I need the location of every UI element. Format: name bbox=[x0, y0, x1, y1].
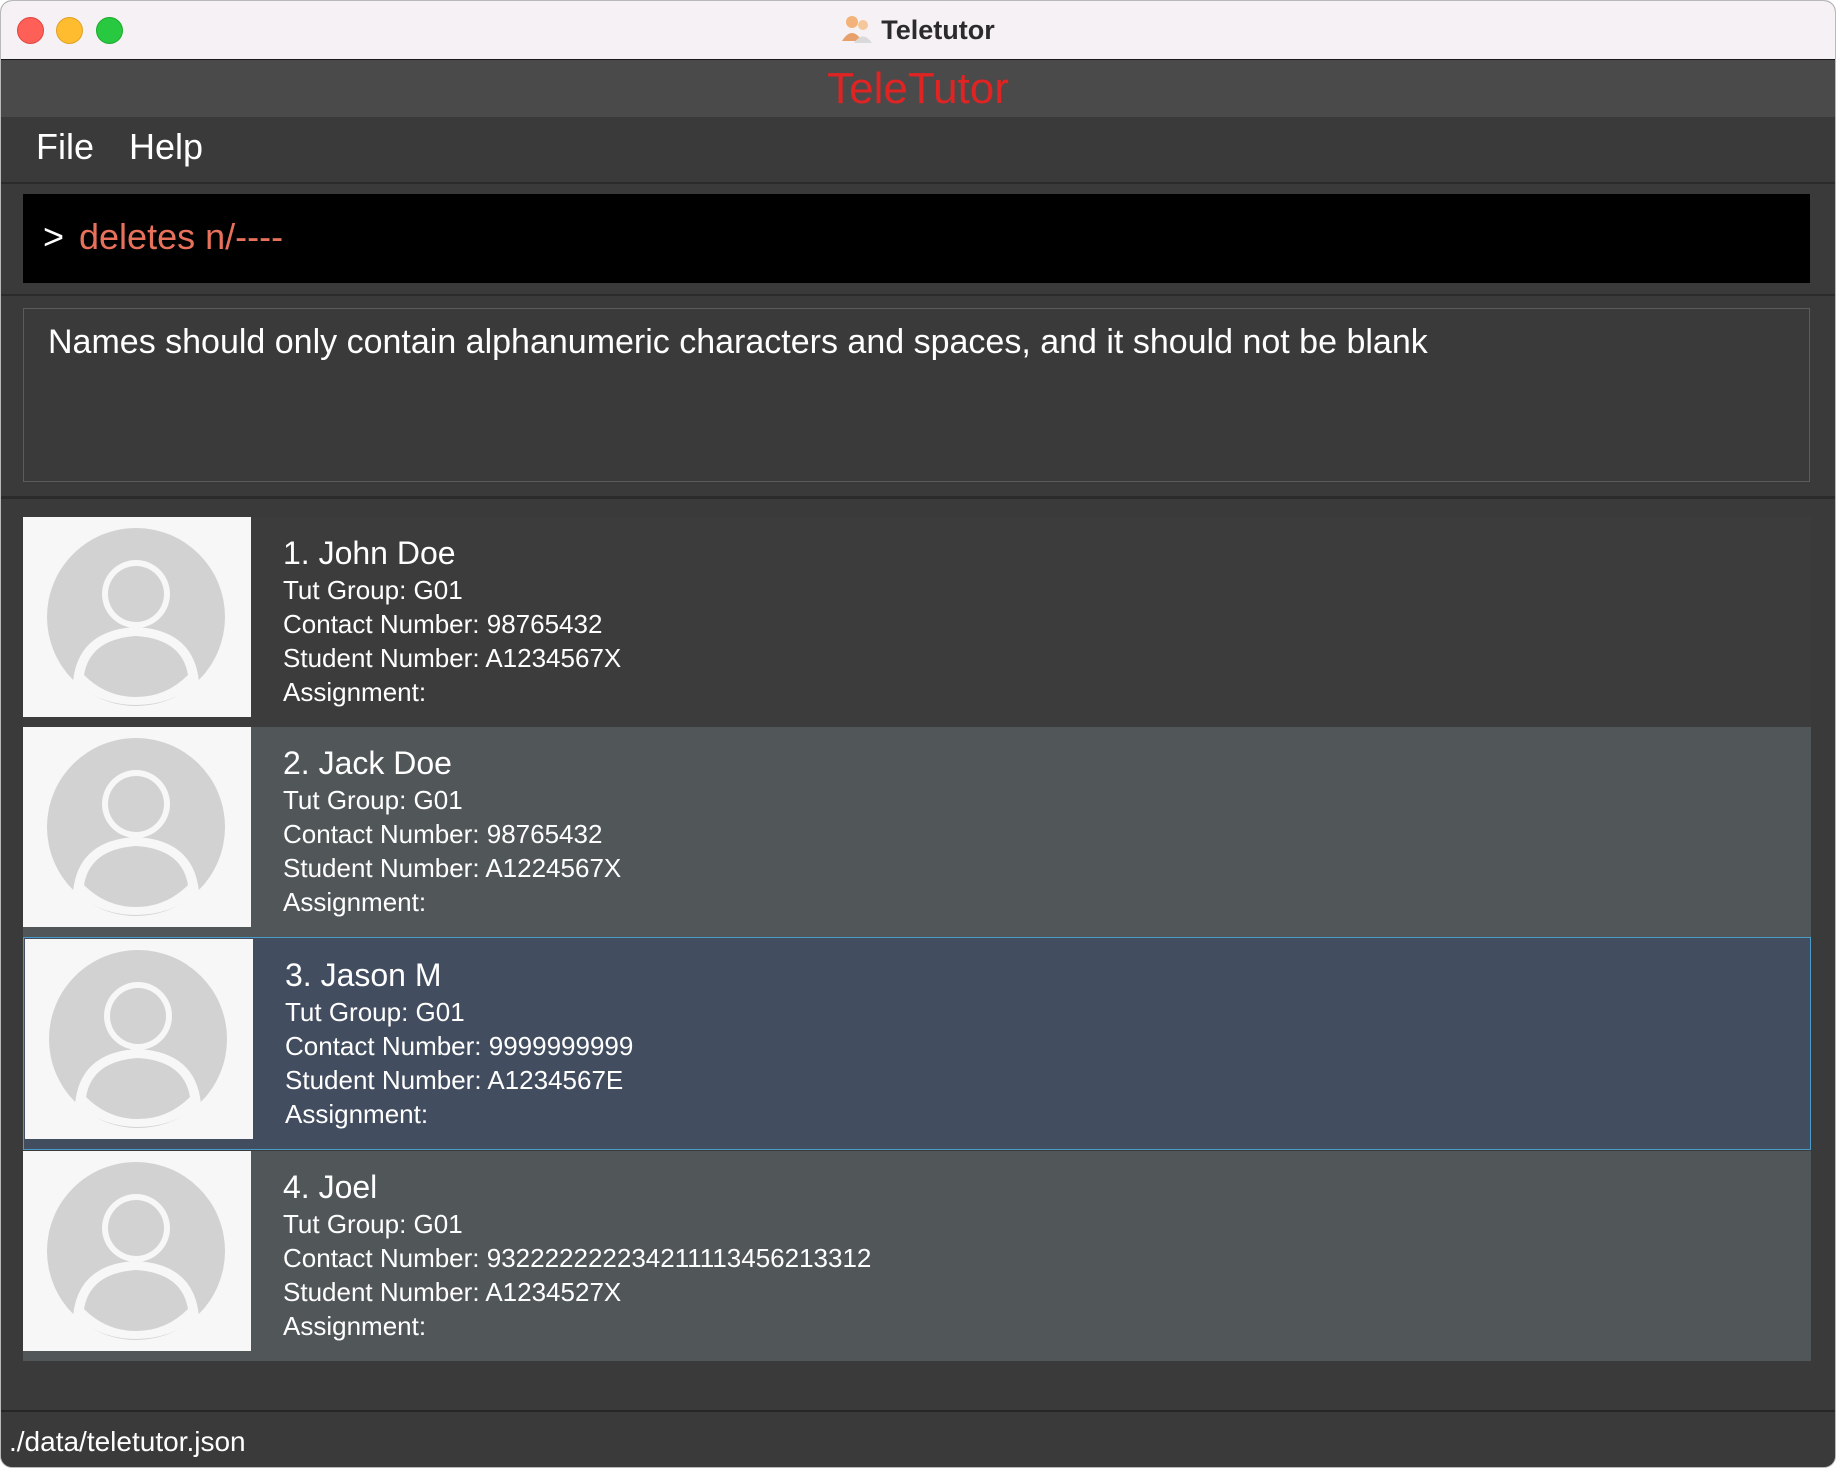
command-area: > deletes n/---- bbox=[1, 184, 1835, 296]
student-contact-number: Contact Number: 932222222234211113456213… bbox=[283, 1243, 872, 1273]
title-bar: Teletutor bbox=[1, 1, 1835, 60]
student-card[interactable]: 4. Joel Tut Group: G01 Contact Number: 9… bbox=[23, 1151, 1811, 1361]
student-card-selected[interactable]: 3. Jason M Tut Group: G01 Contact Number… bbox=[23, 937, 1811, 1150]
command-prompt: > bbox=[43, 216, 65, 257]
menu-bar: File Help bbox=[1, 117, 1835, 184]
avatar bbox=[23, 727, 251, 927]
student-tut-group: Tut Group: G01 bbox=[283, 785, 463, 815]
avatar bbox=[25, 939, 253, 1139]
student-number: Student Number: A1234567X bbox=[283, 643, 622, 673]
menu-help[interactable]: Help bbox=[129, 127, 203, 167]
student-contact-number: Contact Number: 9999999999 bbox=[285, 1031, 634, 1061]
student-card[interactable]: 2. Jack Doe Tut Group: G01 Contact Numbe… bbox=[23, 727, 1811, 937]
student-assignment: Assignment: bbox=[283, 1311, 427, 1341]
student-name: 4. Joel bbox=[283, 1169, 378, 1205]
result-display: Names should only contain alphanumeric c… bbox=[23, 308, 1810, 482]
people-app-icon bbox=[841, 13, 873, 45]
window-title-text: Teletutor bbox=[881, 15, 995, 45]
app-window: Teletutor TeleTutor File Help > deletes … bbox=[0, 0, 1836, 1468]
default-avatar-icon bbox=[47, 738, 225, 916]
command-input-text: deletes n/---- bbox=[79, 216, 284, 257]
student-details: 1. John Doe Tut Group: G01 Contact Numbe… bbox=[283, 535, 621, 709]
default-avatar-icon bbox=[49, 950, 227, 1128]
student-details: 4. Joel Tut Group: G01 Contact Number: 9… bbox=[283, 1169, 871, 1343]
student-name: 3. Jason M bbox=[285, 957, 442, 993]
student-list[interactable]: 1. John Doe Tut Group: G01 Contact Numbe… bbox=[1, 499, 1835, 1410]
result-message: Names should only contain alphanumeric c… bbox=[48, 323, 1428, 361]
default-avatar-icon bbox=[47, 1162, 225, 1340]
student-tut-group: Tut Group: G01 bbox=[283, 1209, 463, 1239]
window-title: Teletutor bbox=[1, 13, 1835, 46]
student-name: 2. Jack Doe bbox=[283, 745, 452, 781]
student-number: Student Number: A1224567X bbox=[283, 853, 622, 883]
default-avatar-icon bbox=[47, 528, 225, 706]
app-banner-title: TeleTutor bbox=[1, 60, 1835, 117]
student-assignment: Assignment: bbox=[283, 887, 427, 917]
student-card[interactable]: 1. John Doe Tut Group: G01 Contact Numbe… bbox=[23, 517, 1811, 727]
menu-file[interactable]: File bbox=[36, 127, 94, 167]
student-contact-number: Contact Number: 98765432 bbox=[283, 819, 603, 849]
student-details: 2. Jack Doe Tut Group: G01 Contact Numbe… bbox=[283, 745, 621, 919]
student-tut-group: Tut Group: G01 bbox=[285, 997, 465, 1027]
status-bar: ./data/teletutor.json bbox=[1, 1410, 1835, 1467]
student-number: Student Number: A1234567E bbox=[285, 1065, 624, 1095]
student-name: 1. John Doe bbox=[283, 535, 456, 571]
student-number: Student Number: A1234527X bbox=[283, 1277, 622, 1307]
student-assignment: Assignment: bbox=[285, 1099, 429, 1129]
command-input[interactable]: > deletes n/---- bbox=[23, 194, 1810, 283]
student-tut-group: Tut Group: G01 bbox=[283, 575, 463, 605]
avatar bbox=[23, 517, 251, 717]
student-assignment: Assignment: bbox=[283, 677, 427, 707]
status-bar-file-path: ./data/teletutor.json bbox=[9, 1426, 246, 1457]
student-contact-number: Contact Number: 98765432 bbox=[283, 609, 603, 639]
avatar bbox=[23, 1151, 251, 1351]
student-details: 3. Jason M Tut Group: G01 Contact Number… bbox=[285, 957, 633, 1131]
result-area: Names should only contain alphanumeric c… bbox=[1, 296, 1835, 499]
